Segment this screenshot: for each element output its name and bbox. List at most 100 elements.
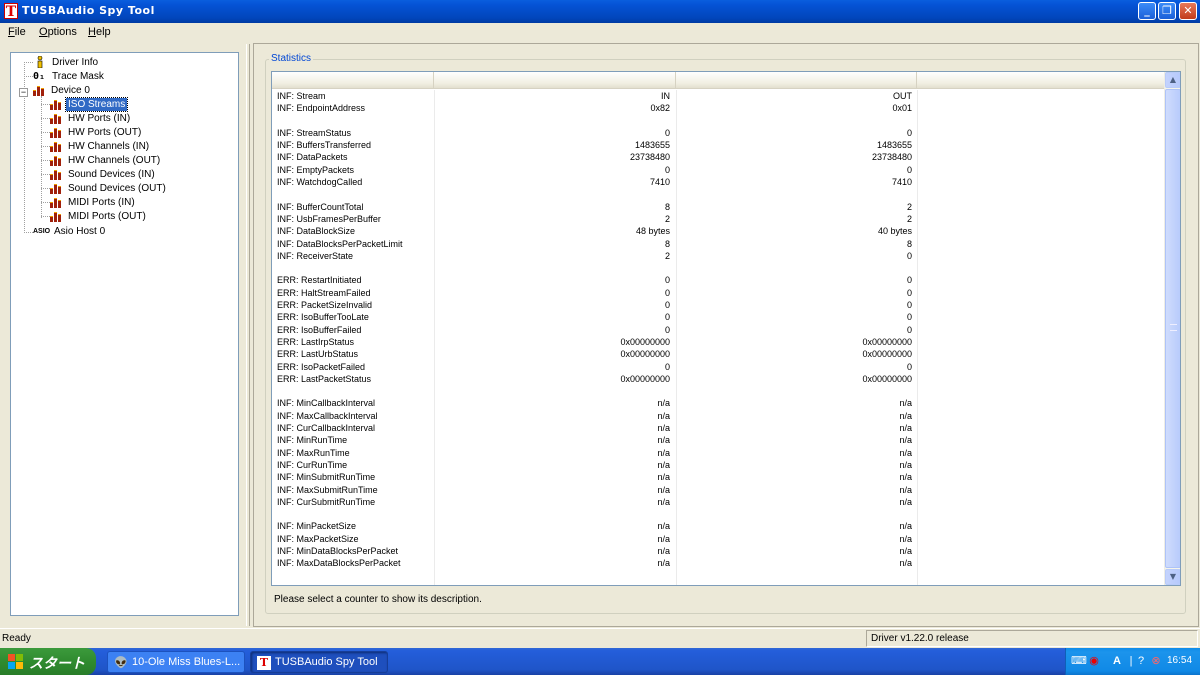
tree-item-sound-devices-in[interactable]: Sound Devices (IN) [50, 168, 157, 181]
ime-icon[interactable]: A [1110, 654, 1124, 668]
table-row[interactable]: INF: MaxRunTime n/a n/a [272, 447, 1165, 459]
cell-name: INF: MinSubmitRunTime [277, 472, 376, 483]
cell-name: INF: MinRunTime [277, 435, 348, 446]
tree-item-hw-ports-in[interactable]: HW Ports (IN) [50, 112, 132, 125]
column-header-name[interactable] [272, 72, 434, 89]
cell-out: 2 [906, 201, 912, 212]
tree-item-label: HW Ports (OUT) [68, 127, 142, 138]
table-row[interactable]: INF: EmptyPackets 0 0 [272, 164, 1165, 176]
taskbar-button-spy-tool[interactable]: T TUSBAudio Spy Tool [250, 651, 388, 673]
panel-splitter[interactable] [246, 44, 250, 626]
statistics-list[interactable]: INF: Stream IN OUT INF: EndpointAddress 0x82… [271, 71, 1181, 586]
column-header-out[interactable] [676, 72, 917, 89]
stream-bars-icon [50, 99, 63, 110]
table-row[interactable]: INF: MinRunTime n/a n/a [272, 434, 1165, 446]
navigation-tree[interactable]: Driver Info 0₁ Trace Mask − Device 0 ISO … [10, 52, 239, 616]
table-row[interactable]: INF: StreamStatus 0 0 [272, 127, 1165, 139]
midi-bars-icon [50, 197, 63, 208]
table-row[interactable]: ERR: LastIrpStatus 0x00000000 0x00000000 [272, 336, 1165, 348]
menu-file[interactable]: File [8, 26, 26, 38]
table-row[interactable]: INF: DataBlocksPerPacketLimit 8 8 [272, 238, 1165, 250]
tree-item-device[interactable]: Device 0 [33, 84, 92, 97]
tree-item-hw-ports-out[interactable]: HW Ports (OUT) [50, 126, 143, 139]
port-bars-icon [50, 113, 63, 124]
table-row[interactable]: INF: Stream IN OUT [272, 90, 1165, 102]
tree-item-midi-ports-in[interactable]: MIDI Ports (IN) [50, 196, 137, 209]
vertical-scrollbar[interactable]: ▲ ▼ [1164, 72, 1180, 585]
table-row[interactable]: INF: DataBlockSize 48 bytes 40 bytes [272, 225, 1165, 237]
cell-out: 8 [906, 238, 912, 249]
table-row[interactable]: INF: MaxCallbackInterval n/a n/a [272, 410, 1165, 422]
tree-item-hw-channels-out[interactable]: HW Channels (OUT) [50, 154, 162, 167]
table-row[interactable]: ERR: IsoBufferFailed 0 0 [272, 324, 1165, 336]
table-row[interactable]: INF: BufferCountTotal 8 2 [272, 201, 1165, 213]
menu-options[interactable]: Options [39, 26, 77, 38]
table-row[interactable]: INF: MaxDataBlocksPerPacket n/a n/a [272, 557, 1165, 569]
cell-name: INF: MinPacketSize [277, 521, 357, 532]
table-row[interactable]: INF: ReceiverState 2 0 [272, 250, 1165, 262]
keyboard-icon[interactable]: ⌨ [1071, 654, 1087, 668]
table-row[interactable]: INF: MinSubmitRunTime n/a n/a [272, 471, 1165, 483]
cell-out: n/a [899, 496, 912, 507]
cell-out: n/a [899, 472, 912, 483]
start-button[interactable]: スタート [0, 648, 96, 675]
table-row[interactable]: INF: CurCallbackInterval n/a n/a [272, 422, 1165, 434]
scroll-up-button[interactable]: ▲ [1165, 72, 1180, 88]
cell-out: n/a [899, 545, 912, 556]
security-alert-icon[interactable]: ⊗ [1149, 654, 1163, 668]
close-button[interactable]: ✕ [1179, 2, 1197, 20]
table-row[interactable]: INF: MinDataBlocksPerPacket n/a n/a [272, 545, 1165, 557]
column-header-in[interactable] [434, 72, 676, 89]
table-row[interactable]: INF: CurRunTime n/a n/a [272, 459, 1165, 471]
cell-in: 0x82 [650, 103, 670, 114]
cell-out: 40 bytes [877, 226, 912, 237]
tree-item-asio-host[interactable]: ASIO Asio Host 0 [33, 225, 107, 238]
scroll-thumb[interactable] [1165, 89, 1180, 568]
collapse-expander-icon[interactable]: − [19, 88, 28, 97]
table-row[interactable]: ERR: LastPacketStatus 0x00000000 0x0000000… [272, 373, 1165, 385]
table-row[interactable]: ERR: PacketSizeInvalid 0 0 [272, 299, 1165, 311]
title-bar[interactable]: T TUSBAudio Spy Tool _ ❐ ✕ [0, 0, 1200, 23]
tree-item-driver-info[interactable]: Driver Info [33, 55, 100, 69]
audio-device-icon[interactable]: ◉ [1087, 654, 1101, 668]
cell-in: 0 [664, 324, 670, 335]
table-row[interactable]: INF: EndpointAddress 0x82 0x01 [272, 102, 1165, 114]
cell-name: INF: MaxPacketSize [277, 533, 359, 544]
table-row[interactable]: ERR: IsoBufferTooLate 0 0 [272, 311, 1165, 323]
table-row[interactable]: ERR: HaltStreamFailed 0 0 [272, 287, 1165, 299]
asio-icon: ASIO [33, 228, 51, 235]
cell-in: n/a [657, 423, 670, 434]
app-icon: T [4, 3, 18, 20]
cell-in: 0 [664, 300, 670, 311]
cell-out: 1483655 [876, 140, 912, 151]
table-row[interactable]: INF: MinPacketSize n/a n/a [272, 520, 1165, 532]
help-icon[interactable]: ? [1134, 654, 1148, 668]
table-row[interactable]: INF: DataPackets 23738480 23738480 [272, 151, 1165, 163]
table-row[interactable]: INF: CurSubmitRunTime n/a n/a [272, 496, 1165, 508]
cell-name: ERR: LastUrbStatus [277, 349, 359, 360]
table-row[interactable]: ERR: RestartInitiated 0 0 [272, 274, 1165, 286]
table-row[interactable]: INF: MaxPacketSize n/a n/a [272, 533, 1165, 545]
maximize-button[interactable]: ❐ [1158, 2, 1176, 20]
system-tray: ⌨ ◉ A | ? ⊗ 16:54 [1065, 648, 1200, 675]
clock[interactable]: 16:54 [1167, 655, 1192, 666]
statistics-legend: Statistics [269, 53, 314, 64]
cell-out: n/a [899, 484, 912, 495]
table-row[interactable]: INF: MaxSubmitRunTime n/a n/a [272, 484, 1165, 496]
scroll-down-button[interactable]: ▼ [1165, 569, 1180, 585]
tree-item-sound-devices-out[interactable]: Sound Devices (OUT) [50, 182, 168, 195]
table-row[interactable]: INF: MinCallbackInterval n/a n/a [272, 397, 1165, 409]
taskbar-button-media-player[interactable]: 👽 10-Ole Miss Blues-L... [107, 651, 245, 673]
table-row[interactable]: INF: UsbFramesPerBuffer 2 2 [272, 213, 1165, 225]
tree-item-hw-channels-in[interactable]: HW Channels (IN) [50, 140, 151, 153]
table-row[interactable]: ERR: LastUrbStatus 0x00000000 0x00000000 [272, 348, 1165, 360]
tree-item-iso-streams[interactable]: ISO Streams [50, 97, 129, 112]
tree-item-trace-mask[interactable]: 0₁ Trace Mask [33, 70, 106, 83]
tree-item-midi-ports-out[interactable]: MIDI Ports (OUT) [50, 210, 148, 223]
menu-help[interactable]: Help [88, 26, 111, 38]
minimize-button[interactable]: _ [1138, 2, 1156, 20]
table-row[interactable]: INF: BuffersTransferred 1483655 1483655 [272, 139, 1165, 151]
table-row[interactable]: INF: WatchdogCalled 7410 7410 [272, 176, 1165, 188]
cell-name: INF: DataBlockSize [277, 226, 356, 237]
table-row[interactable]: ERR: IsoPacketFailed 0 0 [272, 361, 1165, 373]
